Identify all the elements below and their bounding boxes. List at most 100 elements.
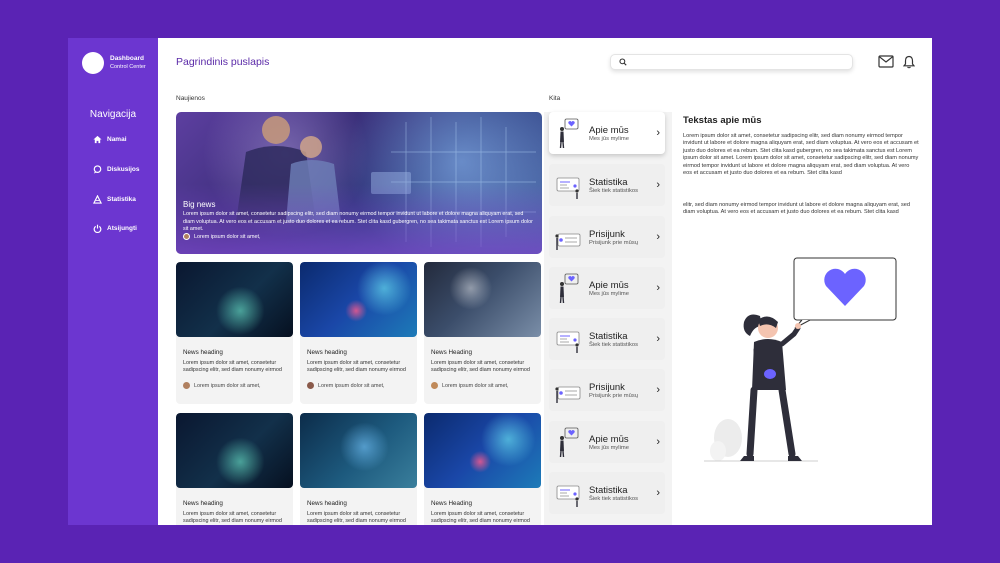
news-card[interactable]: News heading Lorem ipsum dolor sit amet,… bbox=[176, 262, 293, 404]
kita-item-prisijunk[interactable]: Prisijunk Prisijunk prie mūsų › bbox=[549, 216, 665, 258]
hero-news-card[interactable]: Big news Lorem ipsum dolor sit amet, con… bbox=[176, 112, 542, 254]
kita-subtitle: Prisijunk prie mūsų bbox=[589, 392, 638, 399]
sidebar-item-label: Namai bbox=[107, 135, 127, 143]
statistics-person-icon bbox=[556, 485, 580, 507]
about-title: Tekstas apie mūs bbox=[683, 115, 762, 126]
kita-subtitle: Šiek tiek statistikos bbox=[589, 187, 638, 194]
chevron-right-icon: › bbox=[656, 282, 660, 294]
news-image bbox=[176, 413, 293, 488]
sidebar-item-label: Atsijungti bbox=[107, 224, 137, 232]
kita-section-label: Kita bbox=[549, 95, 561, 102]
kita-subtitle: Šiek tiek statistikos bbox=[589, 495, 638, 502]
news-card[interactable]: News heading Lorem ipsum dolor sit amet,… bbox=[300, 262, 417, 404]
chevron-right-icon: › bbox=[656, 384, 660, 396]
login-person-icon bbox=[555, 386, 581, 403]
author-name: Lorem ipsum dolor sit amet, bbox=[194, 382, 261, 389]
kita-item-apie-mus[interactable]: Apie mūs Mes jūs mylime › bbox=[549, 421, 665, 463]
news-image bbox=[424, 413, 541, 488]
dashboard-window: Dashboard Control Center Navigacija Nama… bbox=[68, 38, 932, 525]
news-text: Lorem ipsum dolor sit amet, consetetur s… bbox=[183, 511, 282, 524]
kita-title: Apie mūs bbox=[589, 124, 629, 136]
love-person-illustration bbox=[704, 257, 897, 462]
news-section-label: Naujienos bbox=[176, 95, 205, 102]
kita-title: Prisijunk bbox=[589, 228, 625, 240]
news-heading: News heading bbox=[183, 500, 223, 507]
news-heading: News heading bbox=[183, 349, 223, 356]
brand-logo bbox=[82, 52, 104, 74]
search-bar[interactable] bbox=[610, 54, 853, 70]
kita-item-apie-mus[interactable]: Apie mūs Mes jūs mylime › bbox=[549, 112, 665, 154]
news-image bbox=[424, 262, 541, 337]
kita-title: Apie mūs bbox=[589, 433, 629, 445]
about-paragraph: Lorem ipsum dolor sit amet, consetetur s… bbox=[683, 133, 919, 177]
news-heading: News heading bbox=[307, 349, 347, 356]
kita-subtitle: Mes jūs mylime bbox=[589, 135, 629, 142]
chevron-right-icon: › bbox=[656, 487, 660, 499]
kita-subtitle: Šiek tiek statistikos bbox=[589, 341, 638, 348]
search-input[interactable] bbox=[631, 58, 831, 66]
sidebar-item-label: Diskusijos bbox=[107, 165, 140, 173]
news-image bbox=[300, 413, 417, 488]
news-card[interactable]: News heading Lorem ipsum dolor sit amet,… bbox=[176, 413, 293, 525]
statistics-person-icon bbox=[556, 331, 580, 353]
author-name: Lorem ipsum dolor sit amet, bbox=[318, 382, 385, 389]
news-text: Lorem ipsum dolor sit amet, consetetur s… bbox=[183, 360, 282, 373]
avatar bbox=[183, 382, 190, 389]
kita-item-statistika[interactable]: Statistika Šiek tiek statistikos › bbox=[549, 472, 665, 514]
news-image bbox=[300, 262, 417, 337]
chat-icon bbox=[92, 164, 102, 174]
bell-icon[interactable] bbox=[902, 55, 916, 74]
avatar bbox=[183, 233, 190, 240]
chevron-right-icon: › bbox=[656, 333, 660, 345]
sidebar-item-diskusijos[interactable]: Diskusijos bbox=[92, 164, 140, 174]
news-text: Lorem ipsum dolor sit amet, consetetur s… bbox=[431, 360, 530, 373]
author-name: Lorem ipsum dolor sit amet, bbox=[442, 382, 509, 389]
news-card[interactable]: News heading Lorem ipsum dolor sit amet,… bbox=[300, 413, 417, 525]
heart-person-icon bbox=[559, 427, 579, 458]
brand-title: Dashboard bbox=[110, 55, 144, 62]
news-card[interactable]: News Heading Lorem ipsum dolor sit amet,… bbox=[424, 262, 541, 404]
kita-item-statistika[interactable]: Statistika Šiek tiek statistikos › bbox=[549, 164, 665, 206]
kita-title: Apie mūs bbox=[589, 279, 629, 291]
kita-subtitle: Prisijunk prie mūsų bbox=[589, 239, 638, 246]
sidebar-item-namai[interactable]: Namai bbox=[92, 134, 127, 144]
page-title: Pagrindinis puslapis bbox=[176, 56, 270, 68]
kita-subtitle: Mes jūs mylime bbox=[589, 290, 629, 297]
brand[interactable]: Dashboard Control Center bbox=[82, 52, 146, 74]
sidebar-item-statistika[interactable]: Statistika bbox=[92, 194, 136, 204]
kita-title: Statistika bbox=[589, 484, 628, 496]
heart-person-icon bbox=[559, 273, 579, 304]
author-name: Lorem ipsum dolor sit amet, bbox=[194, 233, 261, 240]
chevron-right-icon: › bbox=[656, 179, 660, 191]
hero-author: Lorem ipsum dolor sit amet, bbox=[183, 233, 261, 240]
power-icon bbox=[92, 223, 102, 233]
chevron-right-icon: › bbox=[656, 436, 660, 448]
news-heading: News Heading bbox=[431, 349, 472, 356]
avatar bbox=[431, 382, 438, 389]
hero-title: Big news bbox=[183, 200, 216, 209]
kita-title: Statistika bbox=[589, 330, 628, 342]
news-heading: News heading bbox=[307, 500, 347, 507]
brand-subtitle: Control Center bbox=[110, 64, 146, 70]
sidebar-item-label: Statistika bbox=[107, 195, 136, 203]
heart-person-icon bbox=[559, 118, 579, 149]
kita-item-statistika[interactable]: Statistika Šiek tiek statistikos › bbox=[549, 318, 665, 360]
kita-subtitle: Mes jūs mylime bbox=[589, 444, 629, 451]
chevron-right-icon: › bbox=[656, 231, 660, 243]
about-paragraph: elitr, sed diam nonumy eirmod tempor inv… bbox=[683, 202, 910, 216]
login-person-icon bbox=[555, 233, 581, 250]
avatar bbox=[307, 382, 314, 389]
news-text: Lorem ipsum dolor sit amet, consetetur s… bbox=[307, 511, 406, 524]
news-author: Lorem ipsum dolor sit amet, bbox=[183, 382, 261, 389]
home-icon bbox=[92, 134, 102, 144]
news-author: Lorem ipsum dolor sit amet, bbox=[431, 382, 509, 389]
news-text: Lorem ipsum dolor sit amet, consetetur s… bbox=[307, 360, 406, 373]
news-card[interactable]: News Heading Lorem ipsum dolor sit amet,… bbox=[424, 413, 541, 525]
kita-item-apie-mus[interactable]: Apie mūs Mes jūs mylime › bbox=[549, 267, 665, 309]
mail-icon[interactable] bbox=[878, 55, 894, 73]
kita-item-prisijunk[interactable]: Prisijunk Prisijunk prie mūsų › bbox=[549, 369, 665, 411]
sidebar-item-atsijungti[interactable]: Atsijungti bbox=[92, 223, 137, 233]
chart-icon bbox=[92, 194, 102, 204]
search-icon bbox=[619, 53, 627, 71]
kita-list: Apie mūs Mes jūs mylime › Statistika Šie… bbox=[544, 112, 672, 525]
